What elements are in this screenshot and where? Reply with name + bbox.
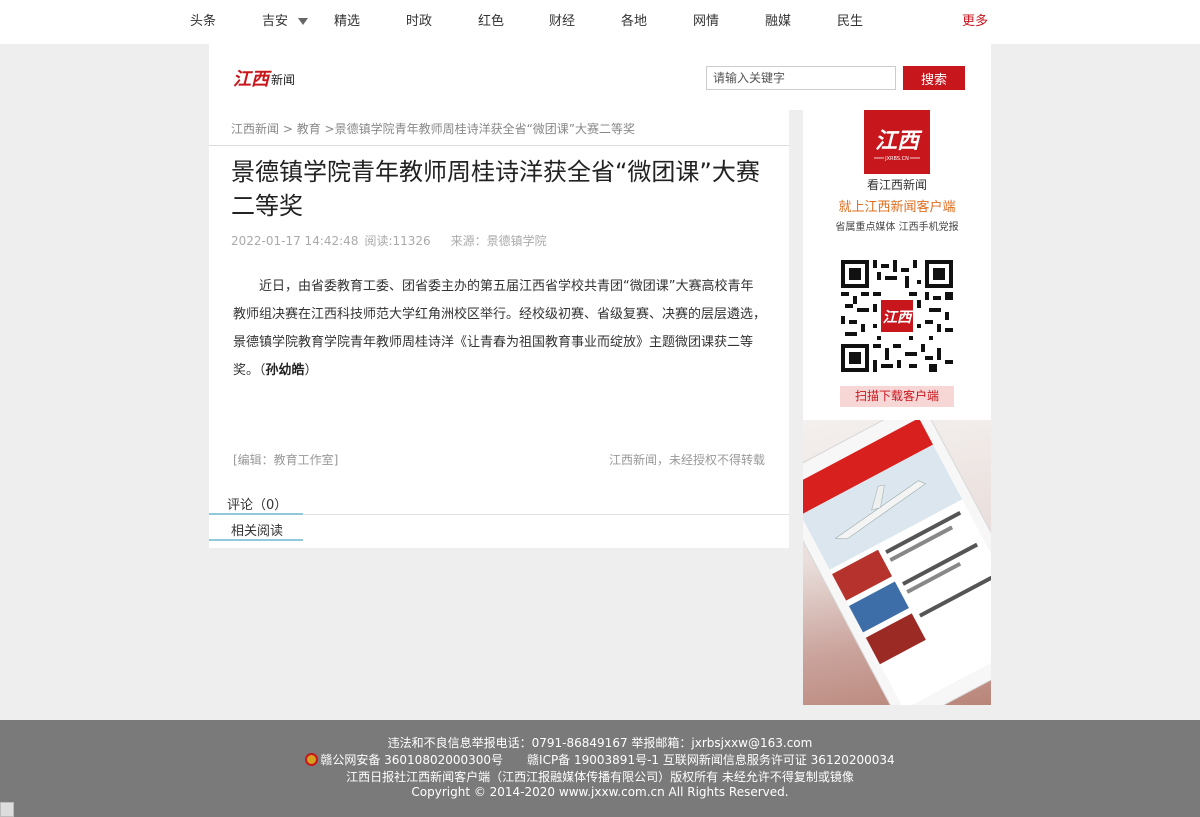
nav-more-link[interactable]: 更多	[962, 0, 988, 44]
qr-code: 江西	[841, 260, 953, 372]
article-read-count: 阅读:11326	[364, 234, 431, 248]
top-nav: 头条 吉安 精选 时政 红色 财经 各地 网情 融媒 民生 更多	[0, 0, 1200, 44]
nav-item-featured[interactable]: 精选	[334, 0, 360, 44]
footer-ownership-line: 江西日报社江西新闻客户端（江西江报融媒体传播有限公司）版权所有 未经允许不得复制…	[346, 770, 854, 784]
qr-center-text: 江西	[883, 309, 914, 326]
nav-item-netinfo[interactable]: 网情	[693, 0, 719, 44]
breadcrumb-home-link[interactable]: 江西新闻	[231, 122, 279, 136]
site-logo[interactable]: 江西 新闻	[233, 68, 303, 90]
article-datetime: 2022-01-17 14:42:48	[231, 234, 359, 248]
breadcrumb-divider	[209, 145, 789, 146]
nav-item-finance[interactable]: 财经	[549, 0, 575, 44]
footer-copyright-line: Copyright © 2014-2020 www.jxxw.com.cn Al…	[411, 785, 789, 799]
footer-report-line: 违法和不良信息举报电话：0791-86849167 举报邮箱：jxrbsjxxw…	[387, 736, 813, 750]
breadcrumb-separator: >	[320, 122, 335, 136]
police-badge-icon	[305, 753, 319, 766]
tab-comments[interactable]: 评论（0）	[227, 494, 287, 513]
article-rights-note: 江西新闻，未经授权不得转载	[608, 453, 765, 467]
breadcrumb: 江西新闻 > 教育 >景德镇学院青年教师周桂诗洋获全省“微团课”大赛二等奖	[231, 120, 635, 137]
article-body-end: ）	[304, 363, 318, 378]
site-header: 江西 新闻 搜索	[209, 44, 991, 110]
corner-widget-icon[interactable]	[0, 802, 14, 817]
article-title: 景德镇学院青年教师周桂诗洋获全省“微团课”大赛二等奖	[231, 158, 760, 220]
article-panel: 江西新闻 > 教育 >景德镇学院青年教师周桂诗洋获全省“微团课”大赛二等奖 景德…	[209, 110, 789, 548]
logo-red-text: 江西	[233, 69, 272, 90]
breadcrumb-current: 景德镇学院青年教师周桂诗洋获全省“微团课”大赛二等奖	[334, 122, 636, 136]
footer-record-line: 赣公网安备 36010802000300号 赣ICP备 19003891号-1 互…	[0, 751, 1200, 768]
tab-comments-underline	[209, 513, 303, 515]
nav-item-jian[interactable]: 吉安	[262, 0, 309, 44]
download-app-button[interactable]: 扫描下载客户端	[840, 386, 954, 407]
tab-related-underline	[209, 539, 303, 541]
sidebar-caption-1: 看江西新闻	[866, 178, 927, 192]
app-logo-subtext: JXRBS.CN	[884, 156, 909, 162]
article-source: 来源：景德镇学院	[450, 234, 547, 248]
article-body: 近日，由省委教育工委、团省委主办的第五届江西省学校共青团“微团课”大赛高校青年教…	[233, 273, 766, 385]
sidebar-caption-3: 省属重点媒体 江西手机党报	[835, 222, 959, 233]
phone-mockup-illustration	[803, 420, 991, 705]
site-footer: 违法和不良信息举报电话：0791-86849167 举报邮箱：jxrbsjxxw…	[0, 720, 1200, 817]
article-editor: [编辑：教育工作室]	[233, 453, 339, 467]
nav-item-media[interactable]: 融媒	[765, 0, 791, 44]
nav-item-jian-label: 吉安	[262, 14, 289, 29]
footer-police-record[interactable]: 赣公网安备 36010802000300号	[320, 753, 503, 767]
nav-item-regions[interactable]: 各地	[621, 0, 647, 44]
article-author: 孙幼皓	[265, 363, 305, 378]
caret-down-icon	[298, 18, 309, 25]
app-promo-image[interactable]	[803, 420, 991, 705]
tab-related-reading[interactable]: 相关阅读	[231, 520, 283, 539]
app-logo: 江西 JXRBS.CN	[864, 110, 930, 174]
article-meta: 2022-01-17 14:42:48 阅读:11326 来源：景德镇学院	[231, 232, 553, 249]
app-promo-sidebar: 江西 JXRBS.CN 看江西新闻 就上江西新闻客户端 省属重点媒体 江西手机党…	[803, 110, 991, 420]
breadcrumb-section-link[interactable]: 教育	[297, 122, 321, 136]
phone-body	[803, 420, 991, 705]
app-logo-graphic: 江西 JXRBS.CN	[874, 128, 923, 162]
nav-item-livelihood[interactable]: 民生	[837, 0, 863, 44]
nav-item-headlines[interactable]: 头条	[190, 0, 216, 44]
breadcrumb-separator: >	[279, 122, 297, 136]
logo-dark-text: 新闻	[271, 72, 295, 87]
nav-item-politics[interactable]: 时政	[406, 0, 432, 44]
nav-item-red[interactable]: 红色	[478, 0, 504, 44]
search-button[interactable]: 搜索	[903, 66, 965, 90]
footer-icp[interactable]: 赣ICP备 19003891号-1 互联网新闻信息服务许可证 361202000…	[527, 753, 895, 767]
sidebar-caption-2: 就上江西新闻客户端	[838, 200, 956, 215]
search-input[interactable]	[706, 66, 896, 90]
app-logo-text: 江西	[875, 128, 923, 154]
